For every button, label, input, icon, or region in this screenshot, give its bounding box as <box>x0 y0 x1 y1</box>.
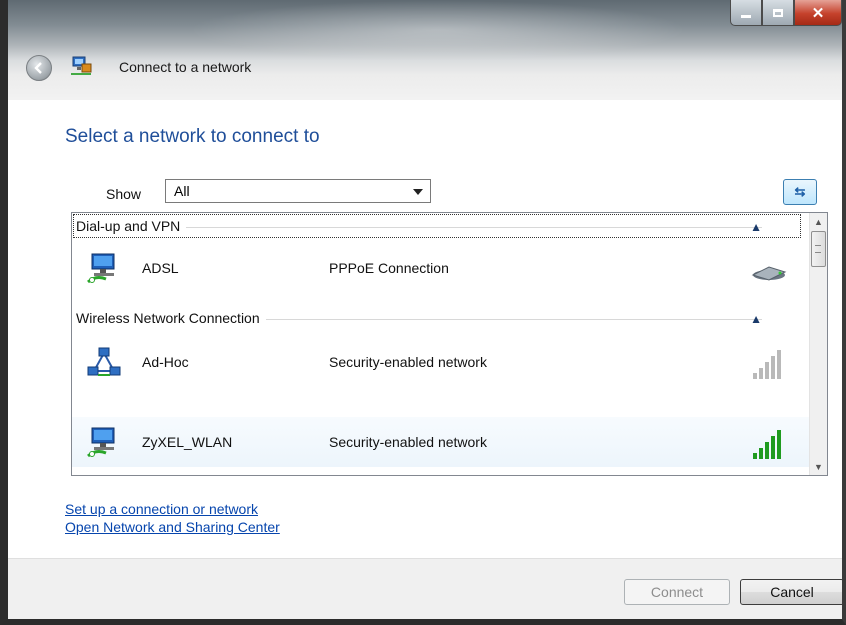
connect-button[interactable]: Connect <box>624 579 730 605</box>
minimize-icon <box>741 15 751 18</box>
show-dropdown[interactable]: All <box>165 179 431 203</box>
group-label: Dial-up and VPN <box>76 218 187 234</box>
title-bar: ✕ Connect to a network <box>8 0 842 100</box>
window-title: Connect to a network <box>119 59 252 75</box>
open-sharing-center-link[interactable]: Open Network and Sharing Center <box>65 518 280 536</box>
list-scrollbar[interactable]: ▲ ▼ <box>809 213 827 475</box>
close-icon: ✕ <box>811 4 825 22</box>
scroll-up-icon[interactable]: ▲ <box>810 213 827 230</box>
network-row-adhoc[interactable]: Ad-Hoc Security-enabled network <box>72 337 809 387</box>
dropdown-arrow-icon <box>413 189 423 195</box>
refresh-icon: ⇆ <box>794 184 806 199</box>
minimize-button[interactable] <box>730 0 762 26</box>
connect-window: ✕ Connect to a network Select a network … <box>0 0 846 625</box>
scroll-thumb[interactable] <box>811 231 826 267</box>
refresh-button[interactable]: ⇆ <box>783 179 817 205</box>
network-row-zyxel[interactable]: ZyXEL_WLAN Security-enabled network <box>72 417 809 467</box>
collapse-chevron-icon[interactable]: ▲ <box>750 220 762 234</box>
window-controls: ✕ <box>730 0 842 28</box>
network-name: Ad-Hoc <box>142 354 189 370</box>
maximize-button[interactable] <box>762 0 794 26</box>
network-computer-icon <box>87 427 115 458</box>
network-description: PPPoE Connection <box>329 260 449 276</box>
group-header-dialup[interactable]: Dial-up and VPN ▲ <box>72 213 802 239</box>
network-description: Security-enabled network <box>329 434 487 450</box>
cancel-button[interactable]: Cancel <box>740 579 842 605</box>
back-arrow-icon <box>34 62 42 74</box>
show-label: Show <box>106 186 142 202</box>
links-area: Set up a connection or network Open Netw… <box>65 500 280 536</box>
scroll-down-icon[interactable]: ▼ <box>810 458 827 475</box>
adhoc-network-icon <box>87 347 121 376</box>
maximize-icon <box>773 8 783 17</box>
group-header-wireless[interactable]: Wireless Network Connection ▲ <box>72 305 802 331</box>
network-name: ADSL <box>142 260 179 276</box>
network-row-adsl[interactable]: ADSL PPPoE Connection <box>72 243 809 293</box>
group-label: Wireless Network Connection <box>76 310 266 326</box>
signal-strength-icon <box>753 430 781 459</box>
network-wizard-icon <box>71 56 92 75</box>
page-heading: Select a network to connect to <box>65 126 320 147</box>
modem-icon <box>751 266 787 281</box>
network-list[interactable]: Dial-up and VPN ▲ ADSL PPPoE Connection <box>71 212 828 476</box>
show-dropdown-value: All <box>174 183 190 199</box>
dialog-content: Select a network to connect to Show All … <box>8 100 842 619</box>
collapse-chevron-icon[interactable]: ▲ <box>750 312 762 326</box>
signal-strength-icon <box>753 350 781 379</box>
network-name: ZyXEL_WLAN <box>142 434 233 450</box>
network-description: Security-enabled network <box>329 354 487 370</box>
close-button[interactable]: ✕ <box>794 0 842 26</box>
back-button[interactable] <box>26 55 52 81</box>
dialog-footer: Connect Cancel <box>8 558 842 619</box>
setup-connection-link[interactable]: Set up a connection or network <box>65 500 280 518</box>
network-computer-icon <box>87 253 115 284</box>
